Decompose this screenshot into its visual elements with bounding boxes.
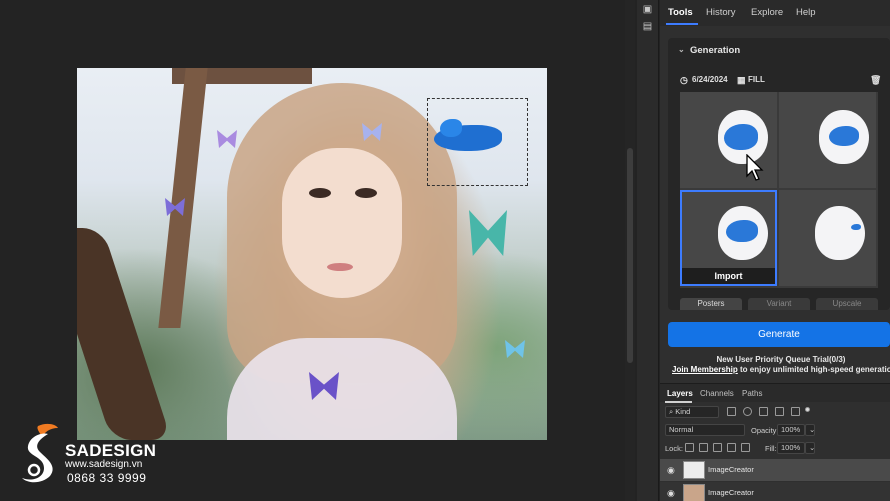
layer-filter-row: ⌕ Kind <box>665 406 890 420</box>
opacity-value[interactable]: 100% <box>777 424 805 436</box>
sadesign-logo: SADESIGN www.sadesign.vn 0868 33 9999 <box>10 418 160 493</box>
generation-title: Generation <box>690 45 741 56</box>
type-filter-icon[interactable] <box>759 407 768 416</box>
plugin-panel: Tools History Explore Help ⌄ Generation … <box>660 0 890 501</box>
chevron-down-icon: ⌄ <box>678 45 685 54</box>
panel-icon-strip: ▣ ▤ <box>637 0 659 501</box>
girl-lips <box>327 263 353 271</box>
tab-help[interactable]: Help <box>796 7 816 18</box>
fill-dropdown-icon[interactable]: ⌄ <box>805 442 815 454</box>
trash-icon[interactable]: 🗑 <box>870 75 881 86</box>
adjustment-filter-icon[interactable] <box>743 407 752 416</box>
layer-thumbnail <box>683 484 705 501</box>
bird-shape <box>829 126 859 146</box>
bird-shape <box>726 220 758 242</box>
girl-face <box>282 148 402 298</box>
girl-eye-right <box>355 188 377 198</box>
bird-shape <box>851 224 861 230</box>
result-grid: Import <box>680 92 878 288</box>
canvas-scroll-thumb[interactable] <box>627 148 633 363</box>
generate-button[interactable]: Generate <box>668 322 890 347</box>
butterfly-icon <box>217 130 237 148</box>
layer-name: ImageCreator <box>708 465 754 474</box>
lock-all-icon[interactable] <box>741 443 750 452</box>
opacity-dropdown-icon[interactable]: ⌄ <box>805 424 815 436</box>
mouse-cursor-icon <box>746 154 764 181</box>
tab-history[interactable]: History <box>706 7 736 18</box>
kind-filter-select[interactable]: ⌕ Kind <box>665 406 719 418</box>
calendar-icon[interactable]: ▣ <box>642 5 653 15</box>
layer-row[interactable]: ◉ ImageCreator <box>660 482 890 501</box>
brand-name: SADESIGN <box>65 441 157 460</box>
trial-notice: New User Priority Queue Trial(0/3) <box>716 355 846 364</box>
thumbnail-image <box>819 110 869 164</box>
lock-brush-icon[interactable] <box>699 443 708 452</box>
result-thumbnail-4[interactable] <box>779 190 876 286</box>
brand-url: www.sadesign.vn <box>65 459 143 470</box>
style-option-posters[interactable]: Posters <box>680 298 742 310</box>
layer-thumbnail <box>683 461 705 479</box>
layers-tab-bar: Layers Channels Paths <box>660 383 890 403</box>
tab-tools[interactable]: Tools <box>668 7 693 18</box>
smart-object-filter-icon[interactable] <box>791 407 800 416</box>
result-thumbnail-3[interactable]: Import <box>680 190 777 286</box>
tab-paths[interactable]: Paths <box>742 389 762 398</box>
eye-icon[interactable]: ◉ <box>667 488 675 499</box>
tab-channels[interactable]: Channels <box>700 389 734 398</box>
generation-date: 6/24/2024 <box>692 75 728 84</box>
membership-description: to enjoy unlimited high-speed generation <box>737 365 890 374</box>
layer-name: ImageCreator <box>708 488 754 497</box>
girl-dress <box>227 338 457 440</box>
girl-eye-left <box>309 188 331 198</box>
generation-meta: ◷ 6/24/2024 ▦ FILL 🗑 <box>680 75 881 87</box>
artwork-image[interactable] <box>77 68 547 440</box>
lock-label: Lock: <box>665 444 683 453</box>
style-option-upscale[interactable]: Upscale <box>816 298 878 310</box>
tree-trunk <box>77 228 172 440</box>
blend-mode-select[interactable]: Normal <box>665 424 745 436</box>
bird-shape <box>724 124 758 150</box>
eye-icon[interactable]: ◉ <box>667 465 675 476</box>
membership-notice: Join Membership to enjoy unlimited high-… <box>672 365 890 374</box>
import-button[interactable]: Import <box>682 268 775 284</box>
sadesign-logo-icon <box>22 423 58 483</box>
style-option-variant[interactable]: Variant <box>748 298 810 310</box>
thumbnail-image <box>815 206 865 260</box>
document-canvas[interactable]: SADESIGN www.sadesign.vn 0868 33 9999 <box>0 0 625 501</box>
style-options: Posters Variant Upscale <box>680 298 878 310</box>
window-frame-side <box>158 68 208 328</box>
lock-transparent-icon[interactable] <box>685 443 694 452</box>
shape-filter-icon[interactable] <box>775 407 784 416</box>
bird-head <box>440 119 462 137</box>
pixel-filter-icon[interactable] <box>727 407 736 416</box>
generation-section: ⌄ Generation ◷ 6/24/2024 ▦ FILL 🗑 Import… <box>668 38 890 310</box>
lock-row: Lock: Fill: 100% ⌄ <box>665 442 890 456</box>
layer-row[interactable]: ◉ ImageCreator <box>660 459 890 481</box>
tab-layers[interactable]: Layers <box>667 389 693 398</box>
panel-tab-bar: Tools History Explore Help <box>660 0 890 26</box>
active-tab-indicator <box>666 23 698 25</box>
active-layers-tab-indicator <box>665 401 692 403</box>
thumbnail-image <box>718 206 768 260</box>
lock-move-icon[interactable] <box>713 443 722 452</box>
butterfly-icon <box>505 340 525 358</box>
tab-explore[interactable]: Explore <box>751 7 783 18</box>
selection-marquee[interactable] <box>427 98 528 186</box>
filter-toggle-icon[interactable] <box>805 407 810 412</box>
kind-filter-value: Kind <box>675 407 691 416</box>
butterfly-icon <box>469 210 507 256</box>
generation-mode: FILL <box>748 75 765 84</box>
lock-artboard-icon[interactable] <box>727 443 736 452</box>
fill-value[interactable]: 100% <box>777 442 805 454</box>
result-thumbnail-2[interactable] <box>779 92 876 188</box>
opacity-label: Opacity: <box>751 426 779 435</box>
brand-phone: 0868 33 9999 <box>67 471 147 485</box>
fill-label: Fill: <box>765 444 777 453</box>
fill-icon: ▦ <box>737 75 746 85</box>
blend-row: Normal Opacity: 100% ⌄ <box>665 424 890 438</box>
comment-icon[interactable]: ▤ <box>642 22 653 32</box>
clock-icon: ◷ <box>680 75 688 85</box>
join-membership-link[interactable]: Join Membership <box>672 365 738 374</box>
